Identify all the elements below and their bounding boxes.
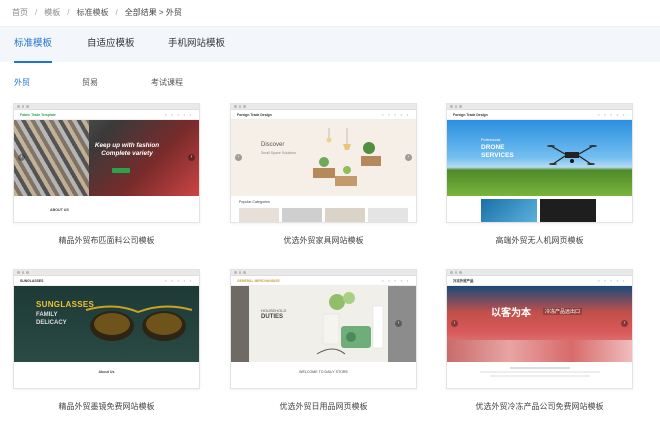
template-thumbnail[interactable]: SUNGLASSES ▪ ▪ ▪ ▪ ▪ SUNGLASSES FAMILY D… xyxy=(13,269,200,389)
thumbnail-logo: Foreign Trade Design xyxy=(453,112,488,117)
hero-text: FAMILY xyxy=(36,312,58,318)
thumbnail-section-title: About Us xyxy=(98,370,115,374)
breadcrumb-separator: / xyxy=(115,8,118,17)
thumbnail-hero: 以客为本 冷冻产品远出口 ‹ › xyxy=(447,286,632,362)
template-thumbnail[interactable]: Foreign Trade Design ▪ ▪ ▪ ▪ ▪ Discover … xyxy=(230,103,417,223)
hero-text: Complete variety xyxy=(101,150,153,157)
hero-text: Professional xyxy=(481,138,501,142)
thumbnail-nav: Foreign Trade Design ▪ ▪ ▪ ▪ ▪ xyxy=(231,110,416,120)
thumbnail-nav: GENERAL MERCHANDISE ▪ ▪ ▪ ▪ ▪ xyxy=(231,276,416,286)
thumbnail-hero: Discover Small Space Solutions ‹ › xyxy=(231,120,416,196)
thumbnail-section-title: Popular Categories xyxy=(239,200,270,204)
feature-images xyxy=(447,196,632,222)
chevron-right-icon: › xyxy=(405,154,412,161)
household-products-illustration xyxy=(316,292,384,355)
chevron-right-icon: › xyxy=(395,320,402,327)
hero-text: SERVICES xyxy=(481,152,514,159)
template-thumbnail[interactable]: GENERAL MERCHANDISE ▪ ▪ ▪ ▪ ▪ HOUSEHOLD … xyxy=(230,269,417,389)
chevron-right-icon: › xyxy=(621,320,628,327)
breadcrumb-standard-link[interactable]: 标准模板 xyxy=(76,7,108,18)
hero-text: Small Space Solutions xyxy=(261,151,297,155)
chevron-right-icon: › xyxy=(188,154,195,161)
template-caption[interactable]: 高端外贸无人机网页模板 xyxy=(446,235,633,246)
thumbnail-section-title: WELCOME TO DAILY STORE xyxy=(299,370,348,374)
hero-text: DELICACY xyxy=(36,320,67,326)
template-caption[interactable]: 精品外贸墨镜免费网站模板 xyxy=(13,401,200,412)
drone-icon xyxy=(547,145,597,165)
breadcrumb: 首页 / 模板 / 标准模板 / 全部结果 > 外贸 xyxy=(12,7,182,18)
template-caption[interactable]: 优选外贸家具网站模板 xyxy=(230,235,417,246)
thumbnail-nav: Fabric Trade Template ▪ ▪ ▪ ▪ ▪ xyxy=(14,110,199,120)
category-exam-course[interactable]: 考试课程 xyxy=(151,77,183,88)
breadcrumb-templates-link[interactable]: 模板 xyxy=(44,7,60,18)
template-caption[interactable]: 优选外贸冷冻产品公司免费网站模板 xyxy=(446,401,633,412)
hero-button xyxy=(112,168,130,173)
thumbnail-logo: Foreign Trade Design xyxy=(237,112,272,117)
template-thumbnail[interactable]: Foreign Trade Design ▪ ▪ ▪ ▪ ▪ Professio… xyxy=(446,103,633,223)
template-thumbnail[interactable]: Fabric Trade Template ▪ ▪ ▪ ▪ ▪ Keep up … xyxy=(13,103,200,223)
thumbnail-nav: SUNGLASSES ▪ ▪ ▪ ▪ ▪ xyxy=(14,276,199,286)
template-type-tabbar: 标准模板 自适应模板 手机网站模板 xyxy=(0,26,660,63)
thumbnail-nav: 冷冻外贸产品 ▪ ▪ ▪ ▪ ▪ xyxy=(447,276,632,286)
hero-text: 冷冻产品远出口 xyxy=(543,308,583,315)
thumbnail-logo: 冷冻外贸产品 xyxy=(453,279,474,283)
hero-text: Keep up with fashion xyxy=(94,142,160,149)
thumbnail-hero: Keep up with fashion Complete variety ‹ … xyxy=(14,120,199,196)
thumbnail-logo: SUNGLASSES xyxy=(20,278,44,283)
thumbnail-section-title: ABOUT US xyxy=(50,208,69,212)
furniture-shelf-illustration xyxy=(313,128,381,186)
template-thumbnail[interactable]: 冷冻外贸产品 ▪ ▪ ▪ ▪ ▪ 以客为本 冷冻产品远出口 ‹ › xyxy=(446,269,633,389)
thumbnail-logo: GENERAL MERCHANDISE xyxy=(237,278,280,283)
hero-text: DRONE xyxy=(481,144,505,151)
template-caption[interactable]: 优选外贸日用品网页模板 xyxy=(230,401,417,412)
thumbnail-hero: HOUSEHOLD DUTIES › xyxy=(231,286,416,362)
tab-standard-template[interactable]: 标准模板 xyxy=(14,27,53,63)
template-caption[interactable]: 精品外贸布匹面料公司模板 xyxy=(13,235,200,246)
sunglasses-illustration xyxy=(85,305,193,341)
breadcrumb-separator: / xyxy=(35,8,38,17)
category-foreign-trade[interactable]: 外贸 xyxy=(14,77,30,88)
chevron-left-icon: ‹ xyxy=(451,320,458,327)
tab-mobile-template[interactable]: 手机网站模板 xyxy=(168,27,225,63)
hero-text: Discover xyxy=(261,142,285,148)
category-trade[interactable]: 贸易 xyxy=(82,77,98,88)
product-grid xyxy=(231,208,416,222)
thumbnail-hero: Professional DRONE SERVICES xyxy=(447,120,632,196)
breadcrumb-home-link[interactable]: 首页 xyxy=(12,7,28,18)
hero-text: DUTIES xyxy=(261,314,284,320)
thumbnail-nav: Foreign Trade Design ▪ ▪ ▪ ▪ ▪ xyxy=(447,110,632,120)
thumbnail-logo: Fabric Trade Template xyxy=(20,112,56,117)
thumbnail-content-lines xyxy=(447,362,632,382)
hero-text: 以客为本 xyxy=(491,308,531,319)
breadcrumb-separator: / xyxy=(67,8,70,17)
tab-responsive-template[interactable]: 自适应模板 xyxy=(87,27,135,63)
thumbnail-hero: SUNGLASSES FAMILY DELICACY xyxy=(14,286,199,362)
chevron-left-icon: ‹ xyxy=(18,154,25,161)
chevron-left-icon: ‹ xyxy=(235,154,242,161)
breadcrumb-current: 全部结果 > 外贸 xyxy=(124,8,182,17)
hero-text: HOUSEHOLD xyxy=(261,308,287,313)
